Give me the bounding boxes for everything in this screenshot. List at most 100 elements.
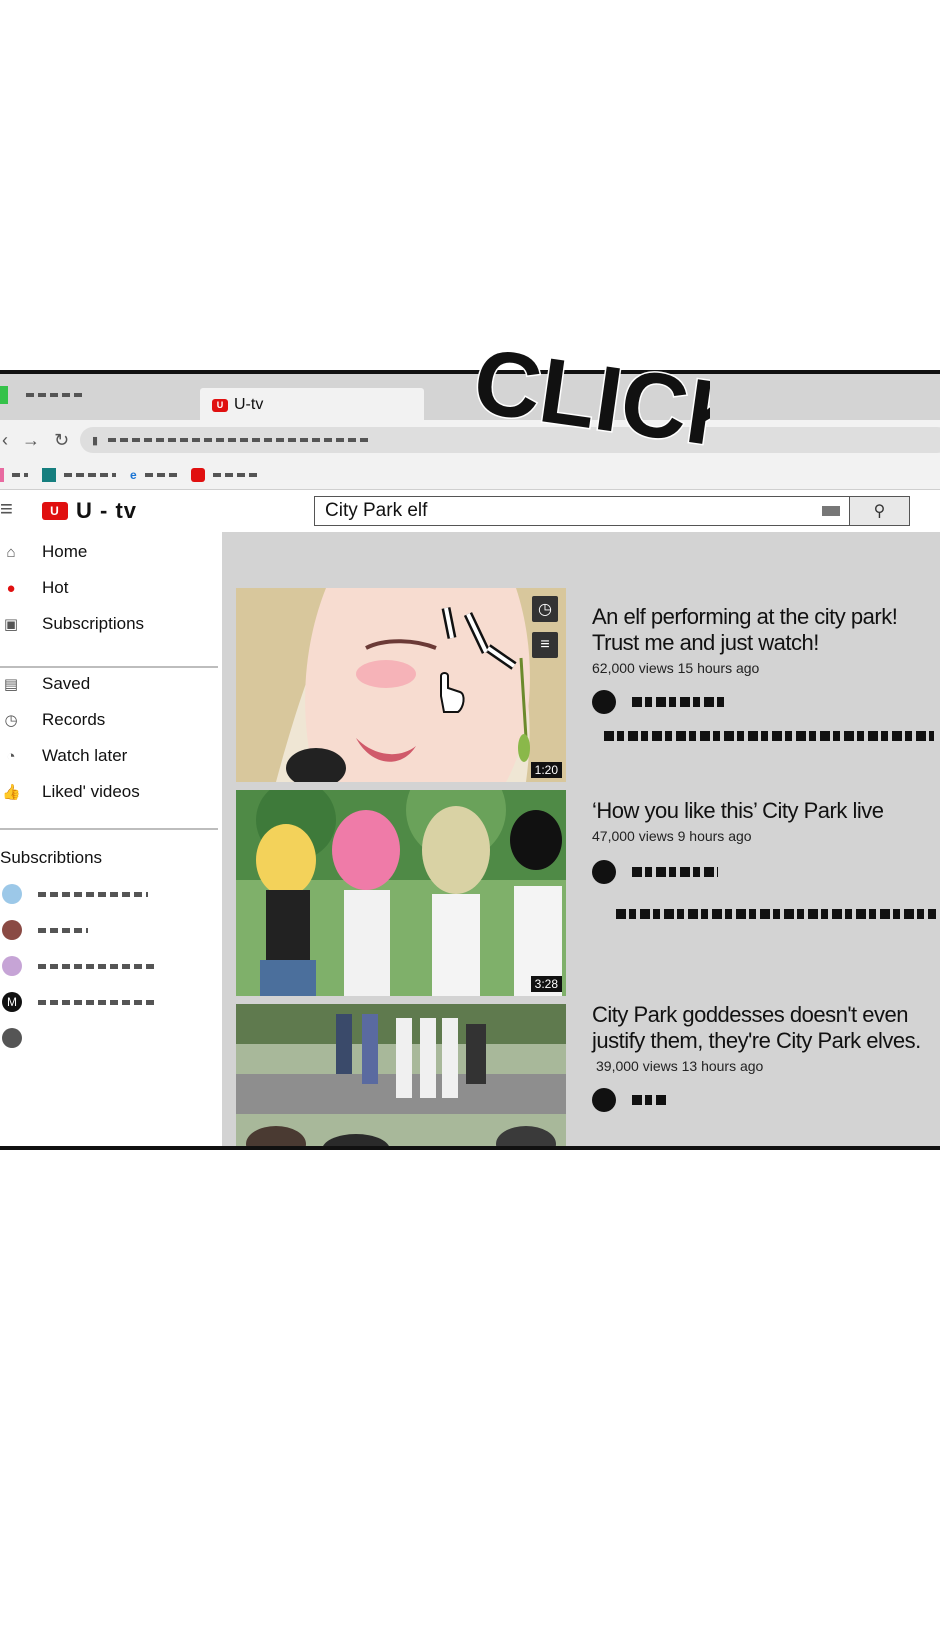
- video-title-line: City Park goddesses doesn't even: [592, 1002, 908, 1027]
- channel-name-obscured: [38, 963, 154, 969]
- sidebar: ⌂ Home ● Hot ▣ Subscriptions ▤ Saved ◷ R…: [0, 532, 222, 1146]
- subscriptions-heading: Subscribtions: [0, 848, 103, 867]
- clock-icon: ◔: [6, 747, 16, 765]
- channel-name-obscured: [632, 867, 718, 877]
- video-description: [592, 728, 940, 746]
- search-results: ◷ ≡ 1:20 An elf performing at the city p…: [222, 532, 940, 1146]
- channel-name-obscured: [632, 1095, 666, 1105]
- utv-favicon: U: [212, 398, 228, 412]
- click-text: CLICK: [470, 330, 710, 470]
- sidebar-item-label: Saved: [42, 674, 91, 693]
- channel-row[interactable]: [592, 1088, 940, 1112]
- video-meta: 47,000 views 9 hours ago: [592, 828, 752, 844]
- bookmark-label-obscured: [144, 472, 177, 477]
- channel-avatar: [592, 860, 616, 884]
- home-icon: ⌂: [6, 543, 16, 561]
- utv-logo-icon: U: [42, 502, 68, 520]
- url-obscured: [108, 438, 369, 442]
- menu-icon[interactable]: ≡: [0, 496, 13, 522]
- video-title[interactable]: ‘How you like this’ City Park live: [592, 798, 940, 824]
- description-obscured: [616, 909, 936, 919]
- utv-app: ≡ U U - tv ⚲ ⌂ Home ● Hot: [0, 490, 940, 1146]
- video-title-line: Trust me and just watch!: [592, 630, 819, 655]
- avatar: [2, 920, 22, 940]
- video-thumbnail[interactable]: ◷ ≡ 1:20: [236, 588, 566, 782]
- channel-avatar: [592, 690, 616, 714]
- video-thumbnail[interactable]: [236, 1004, 566, 1146]
- video-duration: 3:28: [530, 976, 562, 992]
- channel-avatar: [592, 1088, 616, 1112]
- sidebar-item-label: Liked' videos: [42, 782, 140, 801]
- video-meta: 62,000 views 15 hours ago: [592, 660, 760, 676]
- channel-name-obscured: [38, 891, 148, 897]
- video-meta: 39,000 views 13 hours ago: [596, 1058, 764, 1074]
- channel-row[interactable]: [592, 690, 940, 714]
- subscription-channel[interactable]: [2, 956, 154, 976]
- sidebar-item-label: Subscriptions: [42, 614, 145, 633]
- sidebar-divider: [0, 828, 218, 830]
- video-title[interactable]: City Park goddesses doesn't even justify…: [592, 1002, 940, 1054]
- subscription-channel[interactable]: [2, 920, 88, 940]
- thumbnail-group-performers: [236, 790, 566, 996]
- thumbnail-overlay-actions: ◷ ≡: [532, 596, 558, 658]
- bookmark-label-obscured: [212, 472, 257, 477]
- bookmark-2[interactable]: [42, 467, 116, 482]
- subscription-channel[interactable]: [2, 884, 148, 904]
- app-name: U - tv: [76, 498, 137, 523]
- avatar: [2, 884, 22, 904]
- tab-title-obscured: [26, 393, 82, 397]
- sidebar-item-label: Hot: [42, 578, 69, 597]
- channel-name-obscured: [632, 697, 728, 707]
- forward-arrow-icon[interactable]: →: [22, 430, 40, 451]
- search-icon: ⚲: [873, 503, 886, 520]
- description-obscured: [604, 731, 934, 741]
- avatar: [2, 956, 22, 976]
- search-button[interactable]: ⚲: [850, 496, 910, 526]
- edge-icon: e: [130, 467, 137, 482]
- history-icon: ◷: [4, 712, 18, 729]
- click-sound-effect: CLICK: [470, 329, 710, 472]
- bookmark-1[interactable]: [0, 467, 28, 482]
- app-logo[interactable]: U U - tv: [42, 498, 137, 524]
- thumbnail-stage-concert: [236, 1004, 566, 1146]
- tab-active[interactable]: U U-tv: [200, 388, 424, 422]
- watch-later-icon[interactable]: ◷: [532, 596, 558, 622]
- thumbnail-elf-closeup: [236, 588, 566, 782]
- sidebar-divider: [0, 666, 218, 668]
- thumbs-up-icon: 👍: [2, 784, 21, 801]
- video-title-line: ‘How you like this’ City Park live: [592, 798, 884, 823]
- nav-controls: ‹ → ↻: [2, 430, 69, 451]
- sidebar-item-label: Home: [42, 542, 88, 561]
- reload-icon[interactable]: ↻: [54, 430, 69, 451]
- library-icon: ▤: [3, 676, 19, 693]
- bookmark-favicon: [190, 467, 205, 482]
- video-thumbnail[interactable]: 3:28: [236, 790, 566, 996]
- bookmark-3[interactable]: e: [130, 468, 177, 482]
- bookmark-favicon: [0, 467, 4, 482]
- channel-row[interactable]: [592, 860, 940, 884]
- channel-name-obscured: [38, 927, 88, 933]
- subscription-channel[interactable]: [2, 1028, 22, 1048]
- video-description: [592, 906, 940, 924]
- add-to-queue-icon[interactable]: ≡: [532, 632, 558, 658]
- video-info: An elf performing at the city park! Trus…: [592, 604, 940, 746]
- keyboard-icon[interactable]: [822, 506, 840, 516]
- video-title-line: An elf performing at the city park!: [592, 604, 898, 629]
- bookmark-favicon: [42, 467, 56, 482]
- video-title[interactable]: An elf performing at the city park! Trus…: [592, 604, 940, 656]
- tab-favicon: [0, 386, 8, 404]
- video-info: ‘How you like this’ City Park live 47,00…: [592, 798, 940, 924]
- back-arrow-icon[interactable]: ‹: [2, 430, 8, 451]
- video-title-line: justify them, they're City Park elves.: [592, 1028, 921, 1053]
- channel-name-obscured: [38, 999, 154, 1005]
- tab-title: U-tv: [234, 396, 264, 413]
- bookmark-4[interactable]: [190, 467, 257, 482]
- sidebar-item-label: Records: [42, 710, 106, 729]
- sidebar-item-label: Watch later: [42, 746, 128, 765]
- tab-inactive[interactable]: [0, 386, 82, 404]
- video-duration: 1:20: [530, 762, 562, 778]
- subscriptions-icon: ▣: [3, 616, 19, 633]
- avatar: [2, 1028, 22, 1048]
- bookmark-label-obscured: [12, 472, 28, 477]
- subscription-channel[interactable]: M: [2, 992, 154, 1012]
